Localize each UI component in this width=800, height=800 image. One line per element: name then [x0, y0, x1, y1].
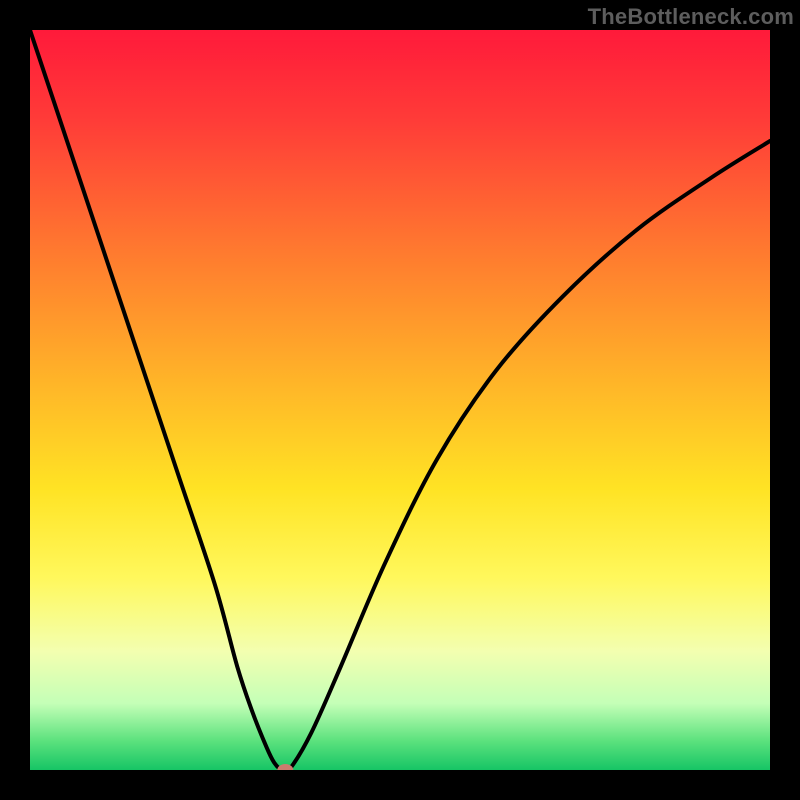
chart-background	[30, 30, 770, 770]
chart-svg	[30, 30, 770, 770]
plot-area	[30, 30, 770, 770]
watermark-text: TheBottleneck.com	[588, 4, 794, 30]
chart-container: TheBottleneck.com	[0, 0, 800, 800]
